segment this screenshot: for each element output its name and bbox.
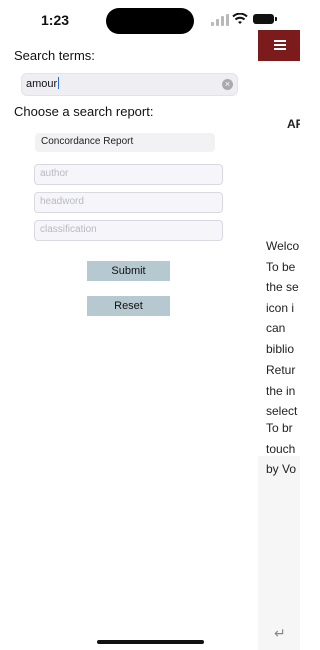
headword-placeholder: headword bbox=[40, 196, 84, 207]
content-title: AR bbox=[287, 117, 300, 131]
paragraph-line: the in bbox=[266, 383, 296, 398]
home-indicator bbox=[97, 640, 204, 644]
paragraph-line: by Vo bbox=[266, 462, 297, 476]
paragraph-line: To be bbox=[266, 259, 296, 274]
paragraph-line: Welco bbox=[266, 239, 300, 253]
search-panel bbox=[0, 40, 258, 650]
classification-placeholder: classification bbox=[40, 224, 97, 235]
search-input-value: amour bbox=[26, 78, 58, 90]
status-bar: 1:23 bbox=[0, 0, 300, 40]
header-bar bbox=[258, 30, 300, 61]
report-select-value: Concordance Report bbox=[41, 136, 134, 147]
headword-field[interactable]: headword bbox=[34, 192, 223, 213]
paragraph-line: To br bbox=[266, 421, 293, 435]
paragraph-line: icon i bbox=[266, 300, 295, 315]
search-input[interactable]: amour × bbox=[21, 73, 238, 96]
paragraph-line: Retur bbox=[266, 363, 296, 377]
battery-tip bbox=[275, 17, 277, 21]
clear-icon[interactable]: × bbox=[222, 79, 233, 90]
search-input-text: amour bbox=[26, 77, 60, 90]
return-arrow-icon[interactable]: ↵ bbox=[274, 625, 286, 642]
reset-button[interactable]: Reset bbox=[87, 296, 170, 316]
classification-field[interactable]: classification bbox=[34, 220, 223, 241]
report-select[interactable]: Concordance Report bbox=[35, 133, 215, 152]
dynamic-island bbox=[106, 8, 194, 34]
wifi-icon bbox=[232, 13, 248, 24]
paragraph-line: touch bbox=[266, 441, 296, 456]
battery-icon bbox=[253, 14, 274, 24]
paragraph-line: biblio bbox=[266, 341, 295, 356]
hamburger-menu-icon[interactable] bbox=[274, 40, 286, 50]
author-field[interactable]: author bbox=[34, 164, 223, 185]
choose-report-label: Choose a search report: bbox=[14, 104, 154, 119]
text-caret bbox=[58, 77, 60, 89]
content-area: AR Welco To be the se icon i can biblio Retur t… bbox=[258, 61, 300, 476]
submit-button[interactable]: Submit bbox=[87, 261, 170, 281]
paragraph-line: the se bbox=[266, 280, 299, 294]
content-panel: AR Welco To be the se icon i can biblio Retur t… bbox=[258, 30, 300, 650]
paragraph-line: can bbox=[266, 321, 286, 335]
search-terms-label: Search terms: bbox=[14, 48, 95, 63]
status-time: 1:23 bbox=[41, 12, 70, 28]
cellular-signal-icon bbox=[211, 14, 229, 26]
author-placeholder: author bbox=[40, 168, 69, 179]
